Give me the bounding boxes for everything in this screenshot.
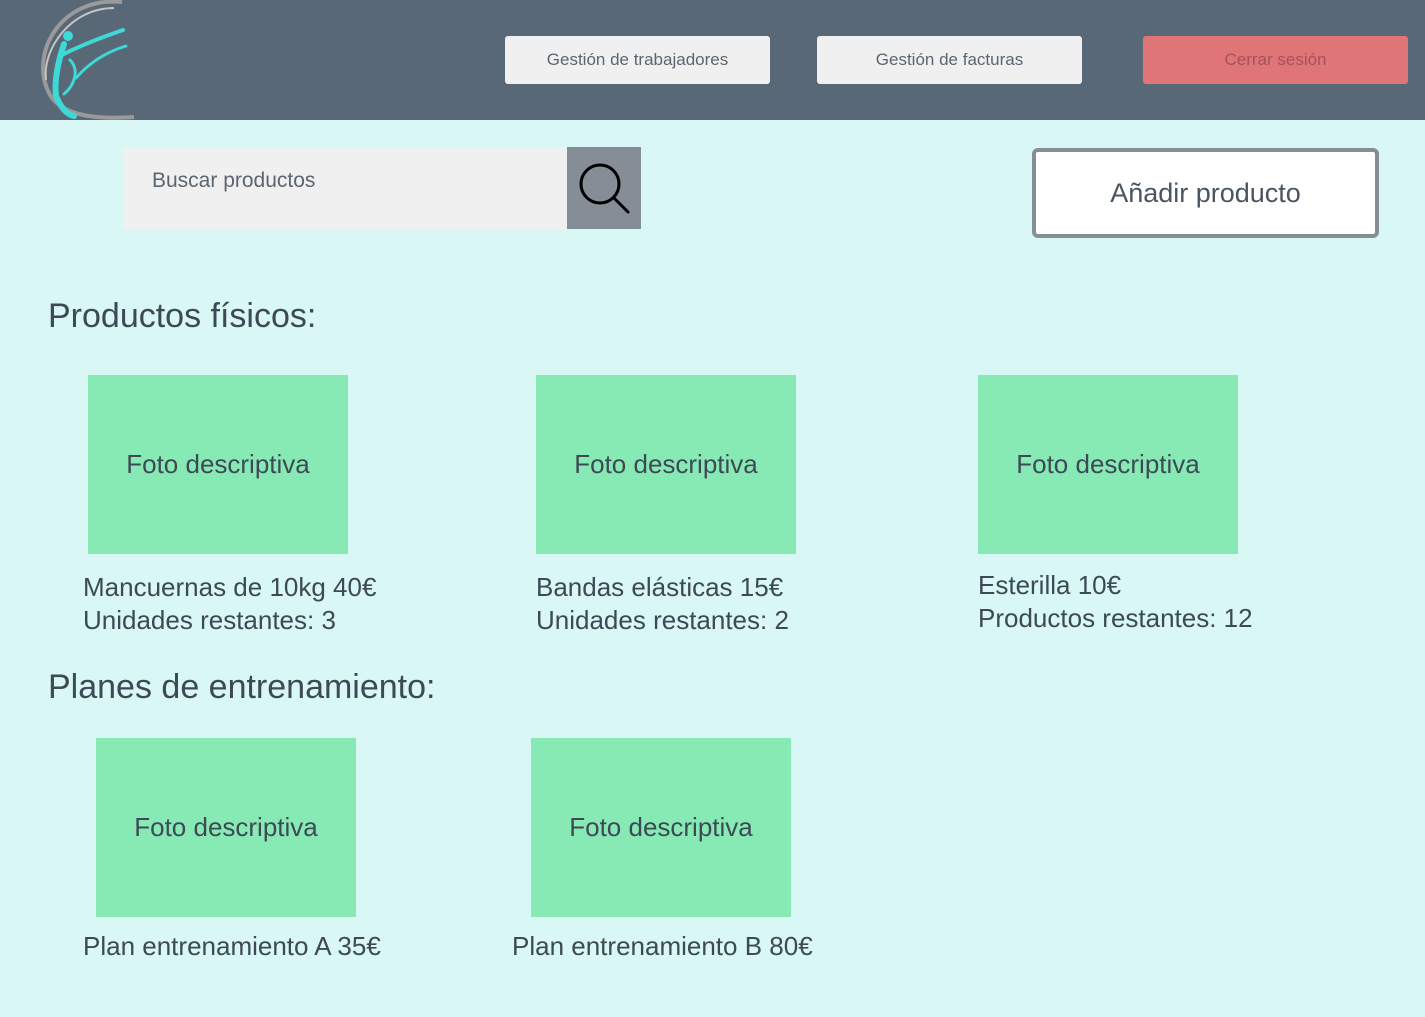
plan-name-price: Plan entrenamiento B 80€: [512, 931, 813, 961]
plan-name-price: Plan entrenamiento A 35€: [83, 931, 381, 961]
logo-icon[interactable]: [30, 0, 140, 120]
plan-info: Plan entrenamiento B 80€: [512, 930, 813, 963]
logout-button[interactable]: Cerrar sesión: [1143, 36, 1408, 84]
search-box: [123, 147, 567, 229]
product-stock: Unidades restantes: 3: [83, 605, 336, 635]
product-card[interactable]: Foto descriptiva: [88, 375, 348, 554]
product-info: Esterilla 10€ Productos restantes: 12: [978, 569, 1253, 635]
plan-photo: Foto descriptiva: [531, 738, 791, 917]
top-header: Gestión de trabajadores Gestión de factu…: [0, 0, 1425, 120]
product-photo: Foto descriptiva: [88, 375, 348, 554]
product-name-price: Esterilla 10€: [978, 570, 1122, 600]
plan-card[interactable]: Foto descriptiva: [96, 738, 356, 917]
product-card[interactable]: Foto descriptiva: [978, 375, 1238, 554]
search-button[interactable]: [567, 147, 641, 229]
workers-management-button[interactable]: Gestión de trabajadores: [505, 36, 770, 84]
physical-products-title: Productos físicos:: [48, 297, 317, 335]
product-info: Bandas elásticas 15€ Unidades restantes:…: [536, 571, 789, 637]
product-name-price: Bandas elásticas 15€: [536, 572, 784, 602]
product-photo: Foto descriptiva: [536, 375, 796, 554]
plan-card[interactable]: Foto descriptiva: [531, 738, 791, 917]
product-card[interactable]: Foto descriptiva: [536, 375, 796, 554]
product-info: Mancuernas de 10kg 40€ Unidades restante…: [83, 571, 376, 637]
product-stock: Unidades restantes: 2: [536, 605, 789, 635]
plan-info: Plan entrenamiento A 35€: [83, 930, 381, 963]
invoices-management-button[interactable]: Gestión de facturas: [817, 36, 1082, 84]
add-product-button[interactable]: Añadir producto: [1032, 148, 1379, 238]
plan-photo: Foto descriptiva: [96, 738, 356, 917]
product-stock: Productos restantes: 12: [978, 603, 1253, 633]
search-input[interactable]: [123, 147, 567, 229]
training-plans-title: Planes de entrenamiento:: [48, 668, 436, 706]
product-name-price: Mancuernas de 10kg 40€: [83, 572, 377, 602]
product-photo: Foto descriptiva: [978, 375, 1238, 554]
search-icon: [579, 163, 630, 214]
